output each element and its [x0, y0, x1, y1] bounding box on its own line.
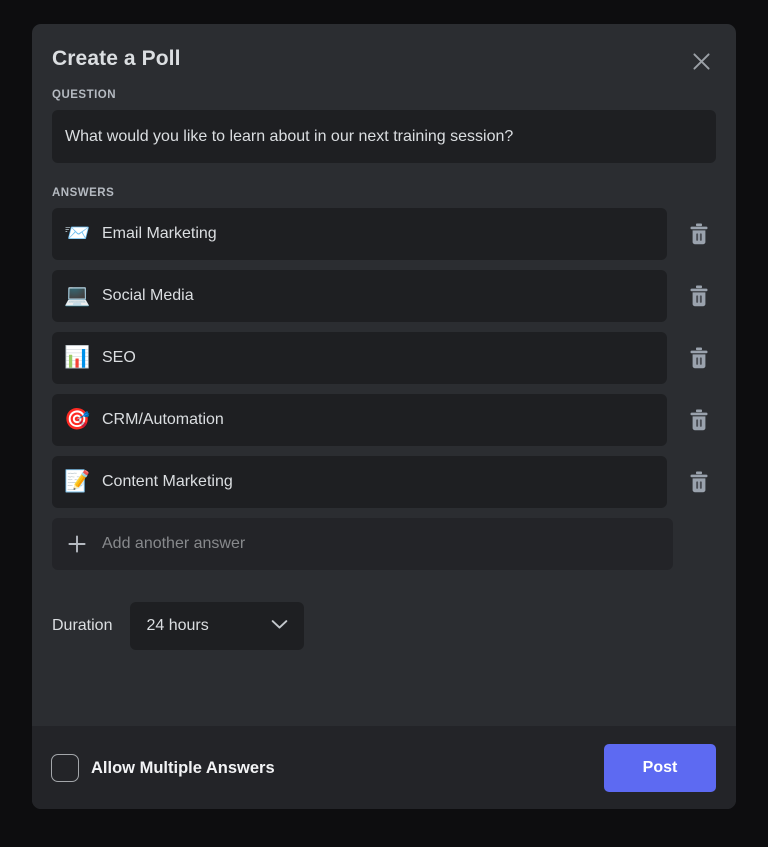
laptop-emoji[interactable]: 💻	[64, 283, 90, 309]
answers-section-label: ANSWERS	[52, 187, 716, 199]
answer-row: 💻 Social Media	[52, 270, 716, 322]
answer-input-value: Email Marketing	[102, 224, 217, 244]
dialog-header: Create a Poll	[32, 24, 736, 72]
dialog-body: QUESTION What would you like to learn ab…	[32, 72, 736, 726]
question-input[interactable]: What would you like to learn about in ou…	[52, 110, 716, 163]
answer-input-value: CRM/Automation	[102, 410, 224, 430]
app-root: Create a Poll QUESTION What would you li…	[0, 0, 768, 847]
answer-input[interactable]: 📝 Content Marketing	[52, 456, 667, 508]
answers-list: 📨 Email Marketing	[52, 208, 716, 580]
question-input-value: What would you like to learn about in ou…	[65, 127, 513, 147]
incoming-envelope-emoji[interactable]: 📨	[64, 221, 90, 247]
answer-input-value: SEO	[102, 348, 136, 368]
answer-input-value: Content Marketing	[102, 472, 233, 492]
answer-input[interactable]: 📨 Email Marketing	[52, 208, 667, 260]
answer-row: 📨 Email Marketing	[52, 208, 716, 260]
allow-multiple-answers-label: Allow Multiple Answers	[91, 758, 275, 778]
answer-row: 📝 Content Marketing	[52, 456, 716, 508]
direct-hit-emoji[interactable]: 🎯	[64, 407, 90, 433]
chevron-down-icon	[271, 617, 288, 635]
duration-label: Duration	[52, 617, 112, 635]
answer-row: 🎯 CRM/Automation	[52, 394, 716, 446]
dialog-footer: Allow Multiple Answers Post	[32, 726, 736, 809]
plus-icon	[64, 531, 90, 557]
duration-select[interactable]: 24 hours	[130, 602, 304, 650]
post-button[interactable]: Post	[604, 744, 716, 792]
trash-icon[interactable]	[682, 403, 716, 437]
trash-icon[interactable]	[682, 217, 716, 251]
add-another-answer-label: Add another answer	[102, 534, 245, 554]
bar-chart-emoji[interactable]: 📊	[64, 345, 90, 371]
duration-row: Duration 24 hours	[52, 602, 716, 650]
trash-icon[interactable]	[682, 279, 716, 313]
answer-input[interactable]: 🎯 CRM/Automation	[52, 394, 667, 446]
answer-input[interactable]: 📊 SEO	[52, 332, 667, 384]
duration-selected-value: 24 hours	[146, 617, 208, 635]
dialog-title: Create a Poll	[52, 46, 712, 72]
add-another-answer-button[interactable]: Add another answer	[52, 518, 673, 570]
memo-emoji[interactable]: 📝	[64, 469, 90, 495]
create-poll-dialog: Create a Poll QUESTION What would you li…	[32, 24, 736, 809]
answer-input-value: Social Media	[102, 286, 194, 306]
answer-input[interactable]: 💻 Social Media	[52, 270, 667, 322]
question-section-label: QUESTION	[52, 89, 716, 101]
answer-row: 📊 SEO	[52, 332, 716, 384]
allow-multiple-answers-checkbox[interactable]	[51, 754, 79, 782]
allow-multiple-answers-toggle[interactable]: Allow Multiple Answers	[51, 754, 275, 782]
trash-icon[interactable]	[682, 341, 716, 375]
trash-icon[interactable]	[682, 465, 716, 499]
close-icon[interactable]	[684, 44, 718, 78]
